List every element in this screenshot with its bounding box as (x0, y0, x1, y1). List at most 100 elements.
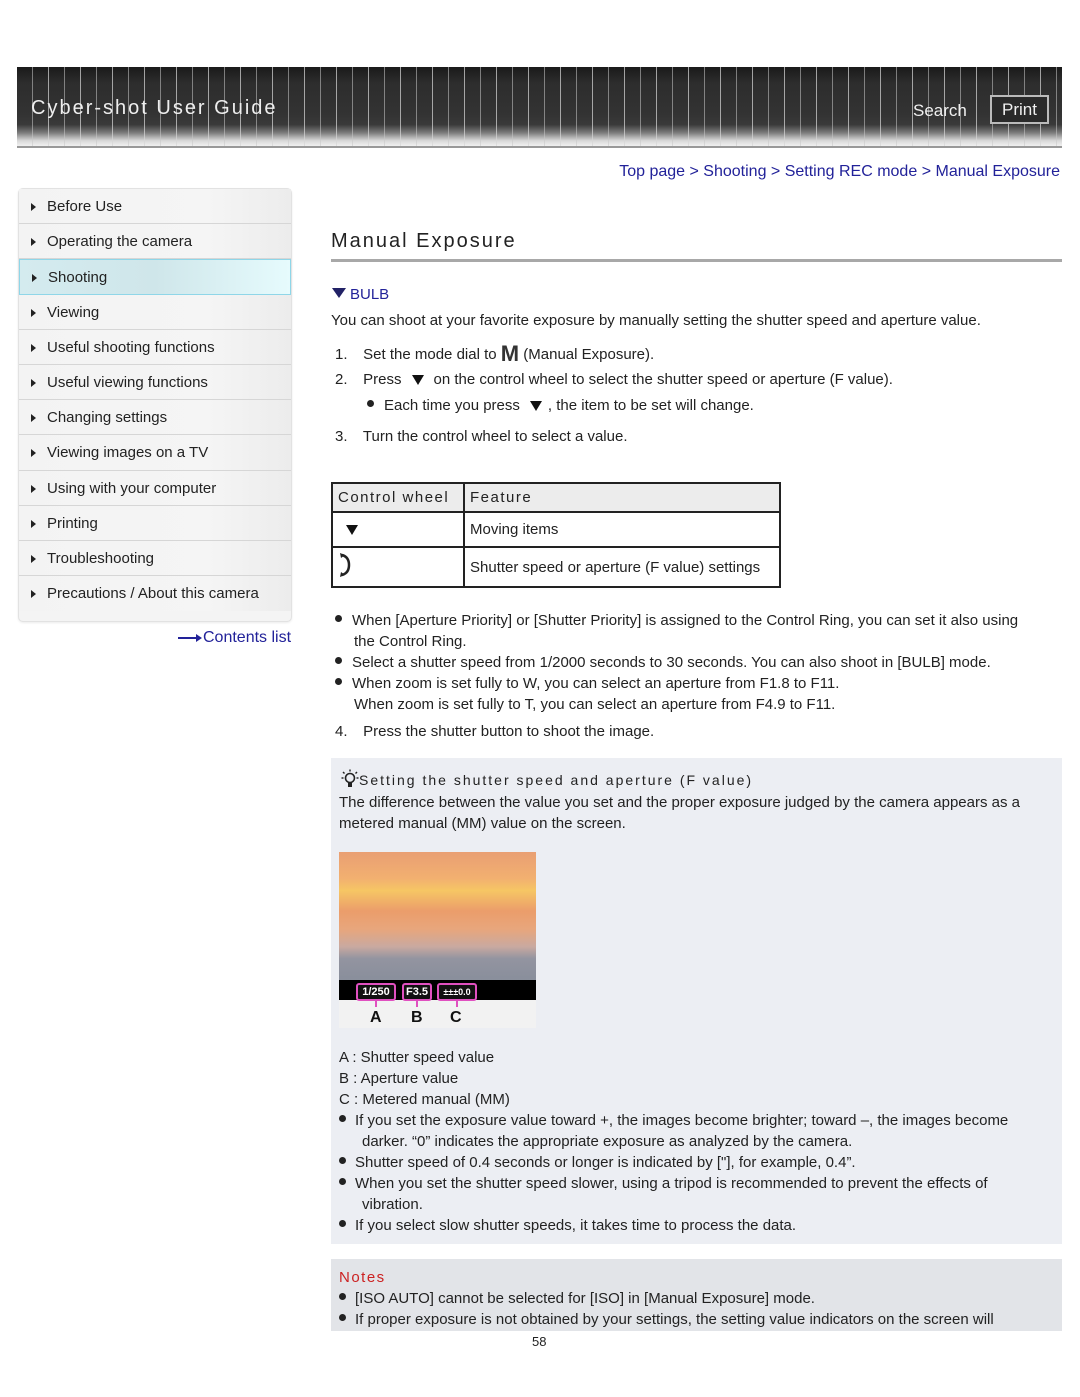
breadcrumb-setting-rec-mode[interactable]: Setting REC mode (785, 163, 918, 180)
print-button[interactable]: Print (990, 95, 1049, 124)
sidebar-item-label: Troubleshooting (47, 549, 155, 567)
sidebar-item-label: Viewing (47, 303, 100, 321)
sidebar-item-label: Changing settings (47, 409, 168, 427)
bullet-icon (339, 1115, 346, 1122)
page-number: 58 (532, 1334, 547, 1349)
breadcrumb-top-page[interactable]: Top page (619, 163, 685, 180)
bulb-link-label: BULB (350, 286, 390, 303)
sidebar-item-label: Operating the camera (47, 233, 193, 251)
tip-box: Setting the shutter speed and aperture (… (331, 758, 1062, 1244)
sidebar-item-operating-the-camera[interactable]: Operating the camera (19, 224, 291, 260)
tip-bullet-cont: darker. “0” indicates the appropriate ex… (362, 1133, 853, 1150)
metered-manual-indicator: ±±±0.0 (437, 983, 477, 1001)
step-2-note-text: Each time you press (384, 397, 520, 414)
breadcrumb-shooting[interactable]: Shooting (703, 163, 766, 180)
caret-right-icon (31, 203, 36, 211)
camera-screen-illustration: 1/250 F3.5 ±±±0.0 A B C (339, 852, 536, 1028)
step-2-text-end: on the control wheel to select the shutt… (433, 371, 893, 388)
search-link[interactable]: Search (913, 101, 967, 121)
site-title: Cyber-shot User Guide (31, 97, 278, 119)
sidebar-item-label: Using with your computer (47, 479, 217, 497)
sidebar-item-label: Useful shooting functions (47, 338, 215, 356)
step-number: 2. (335, 371, 348, 388)
callout-line (375, 1001, 377, 1007)
caret-right-icon (31, 238, 36, 247)
step-3: 3. Turn the control wheel to select a va… (335, 428, 628, 445)
bullet-item: Select a shutter speed from 1/2000 secon… (335, 654, 991, 671)
tip-title-text: Setting the shutter speed and aperture (… (359, 772, 754, 788)
down-triangle-icon (332, 288, 346, 298)
caret-right-icon (31, 449, 36, 458)
title-divider (331, 259, 1062, 262)
sidebar-item-viewing[interactable]: Viewing (19, 294, 291, 330)
caret-right-icon (31, 590, 36, 599)
caret-right-icon (31, 308, 36, 317)
sidebar-item-troubleshooting[interactable]: Troubleshooting (19, 540, 291, 577)
callout-line (416, 1001, 418, 1007)
sidebar-item-precautions[interactable]: Precautions / About this camera (19, 576, 291, 612)
bullet-icon (339, 1293, 346, 1300)
sidebar-item-printing[interactable]: Printing (19, 505, 291, 541)
sidebar-item-label: Before Use (47, 198, 123, 215)
step-number: 4. (335, 723, 348, 740)
lightbulb-hint-icon (341, 769, 359, 787)
sidebar-item-useful-shooting-functions[interactable]: Useful shooting functions (19, 329, 291, 365)
caret-right-icon (31, 414, 36, 423)
callout-label-a: A (370, 1009, 382, 1026)
bullet-icon (335, 615, 342, 622)
caret-right-icon (31, 484, 36, 493)
step-number: 1. (335, 346, 348, 363)
bulb-link[interactable]: BULB (332, 286, 389, 303)
intro-text: You can shoot at your favorite exposure … (331, 312, 981, 329)
bullet-icon (339, 1314, 346, 1321)
table-header: Feature (463, 482, 781, 513)
table-cell: Moving items (463, 511, 781, 548)
table-cell-icon (331, 511, 465, 548)
step-1-text: Set the mode dial to (363, 346, 497, 363)
bullet-item: When zoom is set fully to W, you can sel… (335, 675, 839, 692)
bullet-text: When zoom is set fully to W, you can sel… (352, 675, 840, 692)
tip-bullet-text: Shutter speed of 0.4 seconds or longer i… (355, 1154, 856, 1171)
sidebar-item-using-with-computer[interactable]: Using with your computer (19, 470, 291, 506)
page-title: Manual Exposure (331, 230, 517, 252)
bullet-icon (335, 678, 342, 685)
step-2-note-text-end: , the item to be set will change. (547, 397, 754, 414)
down-triangle-icon (346, 525, 358, 535)
sidebar-item-label: Shooting (48, 269, 108, 287)
tip-bullet: If you set the exposure value toward +, … (339, 1112, 1008, 1129)
bullet-item-cont: When zoom is set fully to T, you can sel… (354, 696, 836, 713)
header-divider (17, 146, 1062, 148)
tip-bullet: If you select slow shutter speeds, it ta… (339, 1217, 796, 1234)
step-2: 2. Press on the control wheel to select t… (335, 371, 893, 388)
sidebar-item-useful-viewing-functions[interactable]: Useful viewing functions (19, 364, 291, 401)
down-button-icon (529, 401, 542, 411)
callout-label-c: C (450, 1009, 462, 1026)
tip-bullet: When you set the shutter speed slower, u… (339, 1175, 988, 1192)
aperture-indicator: F3.5 (402, 983, 432, 1001)
sunset-photo (339, 852, 536, 1000)
step-2-note: Each time you press , the item to be set … (367, 397, 754, 414)
sidebar-item-changing-settings[interactable]: Changing settings (19, 400, 291, 436)
table-row: Moving items (331, 511, 781, 548)
breadcrumb-separator: > (921, 163, 936, 180)
sidebar-item-label: Precautions / About this camera (47, 585, 259, 603)
bullet-text: Select a shutter speed from 1/2000 secon… (352, 654, 991, 671)
arrow-right-icon (178, 633, 202, 642)
breadcrumb-separator: > (770, 163, 785, 180)
tip-bullet-text: When you set the shutter speed slower, u… (355, 1175, 988, 1192)
bullet-icon (339, 1157, 346, 1164)
bullet-icon (339, 1178, 346, 1185)
callout-line (456, 1001, 458, 1007)
sidebar-item-shooting[interactable]: Shooting (19, 259, 291, 295)
control-wheel-table: Control wheel Feature Moving items Shutt… (331, 482, 781, 588)
sidebar-item-before-use[interactable]: Before Use (19, 189, 291, 225)
breadcrumb: Top page > Shooting > Setting REC mode >… (619, 163, 1060, 181)
breadcrumb-separator: > (689, 163, 704, 180)
breadcrumb-manual-exposure[interactable]: Manual Exposure (935, 163, 1060, 180)
tip-text: The difference between the value you set… (339, 794, 1021, 811)
sidebar-item-viewing-images-on-tv[interactable]: Viewing images on a TV (19, 435, 291, 471)
step-4-text: Press the shutter button to shoot the im… (363, 723, 655, 740)
caret-right-icon (32, 274, 37, 283)
sidebar-nav: Before Use Operating the camera Shooting… (18, 188, 292, 622)
contents-list-link[interactable]: Contents list (178, 629, 291, 647)
